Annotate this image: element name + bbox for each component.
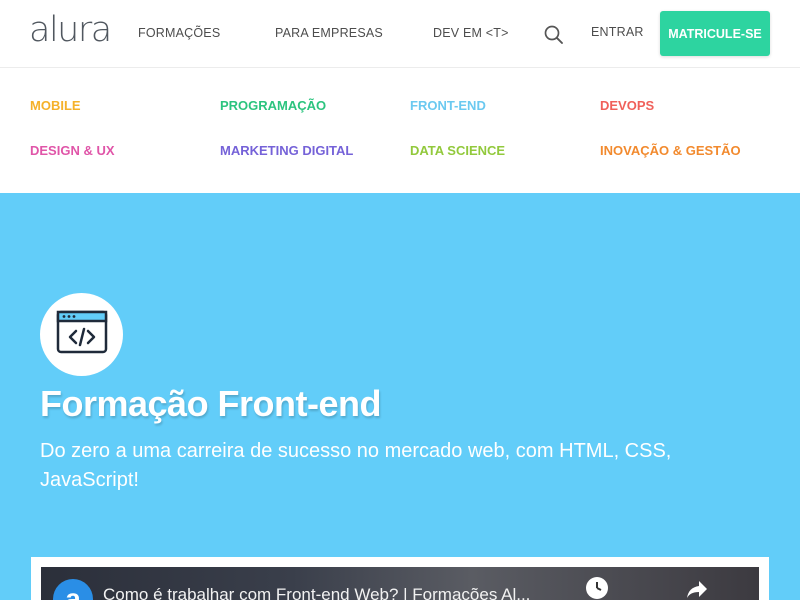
category-programacao[interactable]: PROGRAMAÇÃO [220,98,326,113]
enroll-button[interactable]: MATRICULE-SE [660,11,770,56]
search-icon[interactable] [543,24,565,46]
watch-later-icon[interactable] [586,577,608,599]
category-front-end[interactable]: FRONT-END [410,98,486,113]
video-title[interactable]: Como é trabalhar com Front-end Web? | Fo… [103,585,530,600]
video-card: a Como é trabalhar com Front-end Web? | … [31,557,769,600]
formation-badge [40,293,123,376]
category-mobile[interactable]: MOBILE [30,98,81,113]
login-link[interactable]: ENTRAR [591,25,644,39]
alura-logo[interactable]: alura [29,8,112,52]
category-inovacao-gestao[interactable]: INOVAÇÃO & GESTÃO [600,143,741,158]
category-devops[interactable]: DEVOPS [600,98,654,113]
category-marketing-digital[interactable]: MARKETING DIGITAL [220,143,353,158]
channel-logo[interactable]: a [53,579,93,600]
category-menu: MOBILE PROGRAMAÇÃO FRONT-END DEVOPS DESI… [0,68,800,193]
nav-para-empresas[interactable]: PARA EMPRESAS [275,26,383,40]
share-icon[interactable] [685,579,709,599]
nav-dev-em-t[interactable]: DEV EM <T> [433,26,509,40]
category-design-ux[interactable]: DESIGN & UX [30,143,115,158]
hero-banner: Formação Front-end Do zero a uma carreir… [0,193,800,600]
nav-formacoes[interactable]: FORMAÇÕES [138,26,220,40]
page-subtitle: Do zero a uma carreira de sucesso no mer… [40,440,672,491]
code-window-icon [56,310,108,359]
top-header: alura FORMAÇÕES PARA EMPRESAS DEV EM <T>… [0,0,800,68]
page-title: Formação Front-end [40,383,382,424]
category-data-science[interactable]: DATA SCIENCE [410,143,505,158]
video-player[interactable]: a Como é trabalhar com Front-end Web? | … [41,567,759,600]
